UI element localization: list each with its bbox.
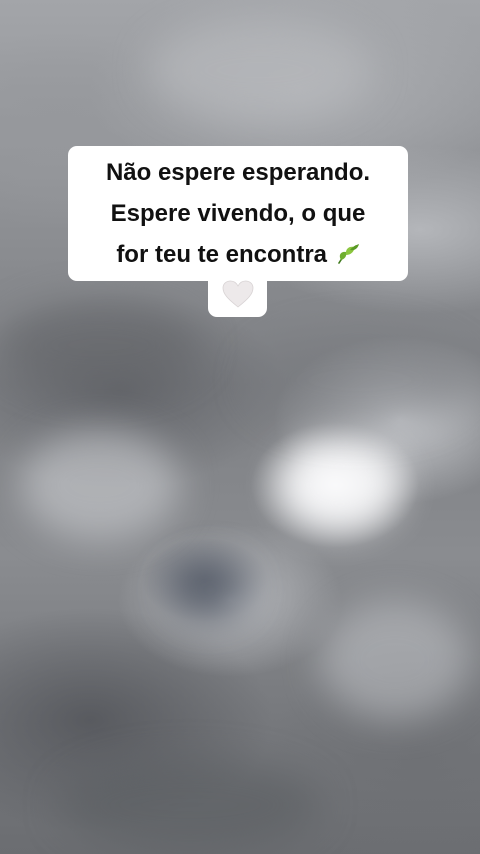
cloudy-sky-background [0, 0, 480, 854]
dark-cloud-patch [250, 330, 470, 430]
caption-line: Espere vivendo, o que [110, 200, 366, 227]
caption-text: Não espere esperando. Espere vivendo, o … [68, 152, 408, 275]
dark-cloud-patch [0, 300, 200, 390]
white-heart-icon [222, 280, 254, 308]
caption-line: for teu te encontra [116, 241, 328, 268]
light-cloud-patch [20, 430, 180, 540]
light-cloud-patch [150, 20, 370, 120]
light-cloud-patch [320, 600, 470, 720]
bright-cloud-patch [280, 440, 400, 530]
leaf-icon [337, 244, 359, 264]
caption-line-with-leaf: for teu te encontra [68, 234, 408, 275]
caption-line: Não espere esperando. [105, 159, 371, 186]
dark-cloud-patch [60, 760, 320, 850]
dark-sky-gap [170, 560, 250, 620]
